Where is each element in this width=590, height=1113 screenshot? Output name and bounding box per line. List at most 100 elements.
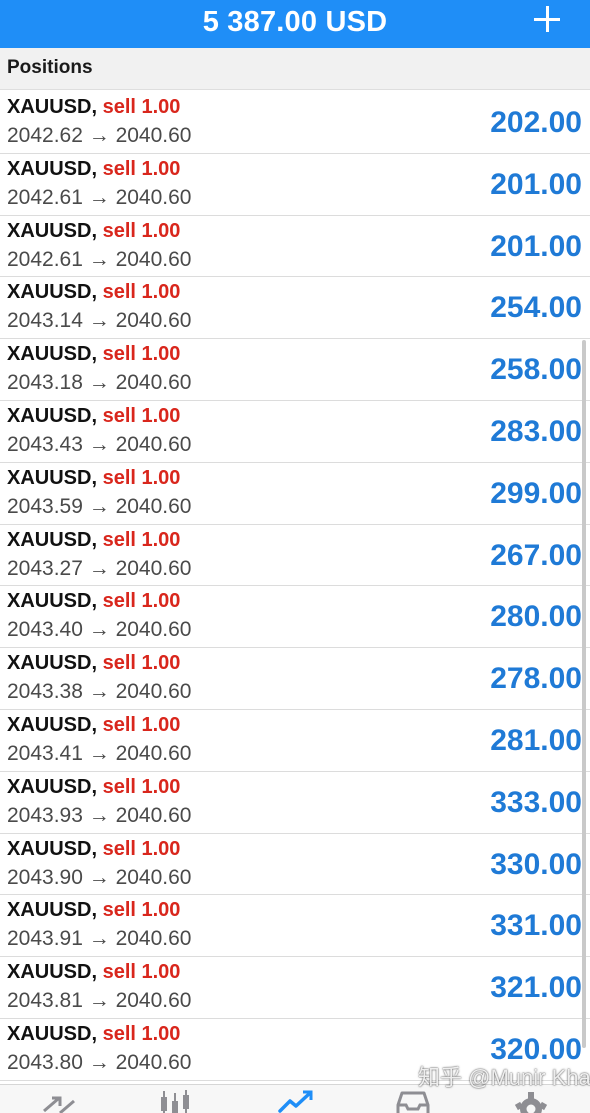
position-side: sell 1.00 xyxy=(103,529,181,551)
position-title: XAUUSD, sell 1.00 xyxy=(7,219,180,243)
section-title: Positions xyxy=(7,57,93,79)
position-side: sell 1.00 xyxy=(103,220,181,242)
position-symbol: XAUUSD, xyxy=(7,281,97,303)
position-profit: 201.00 xyxy=(490,230,582,264)
position-side: sell 1.00 xyxy=(103,281,181,303)
position-row[interactable]: XAUUSD, sell 1.00 2043.27 → 2040.60 267.… xyxy=(0,525,590,587)
position-row[interactable]: XAUUSD, sell 1.00 2043.18 → 2040.60 258.… xyxy=(0,339,590,401)
position-side: sell 1.00 xyxy=(103,652,181,674)
position-row[interactable]: XAUUSD, sell 1.00 2042.61 → 2040.60 201.… xyxy=(0,154,590,216)
position-side: sell 1.00 xyxy=(103,590,181,612)
position-symbol: XAUUSD, xyxy=(7,899,97,921)
position-prices: 2043.41 → 2040.60 xyxy=(7,742,192,766)
position-row[interactable]: XAUUSD, sell 1.00 2043.14 → 2040.60 254.… xyxy=(0,277,590,339)
position-row[interactable]: XAUUSD, sell 1.00 2043.91 → 2040.60 331.… xyxy=(0,895,590,957)
position-profit: 333.00 xyxy=(490,786,582,820)
position-prices: 2042.62 → 2040.60 xyxy=(7,124,192,148)
position-profit: 299.00 xyxy=(490,477,582,511)
position-side: sell 1.00 xyxy=(103,343,181,365)
position-side: sell 1.00 xyxy=(103,899,181,921)
position-title: XAUUSD, sell 1.00 xyxy=(7,775,180,799)
position-side: sell 1.00 xyxy=(103,776,181,798)
position-profit: 280.00 xyxy=(490,600,582,634)
position-title: XAUUSD, sell 1.00 xyxy=(7,528,180,552)
position-title: XAUUSD, sell 1.00 xyxy=(7,157,180,181)
position-symbol: XAUUSD, xyxy=(7,529,97,551)
position-symbol: XAUUSD, xyxy=(7,838,97,860)
position-title: XAUUSD, sell 1.00 xyxy=(7,651,180,675)
position-profit: 331.00 xyxy=(490,909,582,943)
quotes-icon[interactable] xyxy=(40,1089,80,1113)
position-profit: 202.00 xyxy=(490,106,582,140)
position-prices: 2043.91 → 2040.60 xyxy=(7,927,192,951)
position-row[interactable]: XAUUSD, sell 1.00 2043.59 → 2040.60 299.… xyxy=(0,463,590,525)
position-profit: 258.00 xyxy=(490,353,582,387)
chart-icon[interactable] xyxy=(158,1089,198,1113)
position-row[interactable]: XAUUSD, sell 1.00 2043.38 → 2040.60 278.… xyxy=(0,648,590,710)
position-row[interactable]: XAUUSD, sell 1.00 2042.61 → 2040.60 201.… xyxy=(0,216,590,278)
position-profit: 321.00 xyxy=(490,971,582,1005)
trade-icon[interactable] xyxy=(278,1089,318,1113)
position-symbol: XAUUSD, xyxy=(7,96,97,118)
position-symbol: XAUUSD, xyxy=(7,1023,97,1045)
position-symbol: XAUUSD, xyxy=(7,590,97,612)
position-row[interactable]: XAUUSD, sell 1.00 2043.90 → 2040.60 330.… xyxy=(0,834,590,896)
position-prices: 2043.27 → 2040.60 xyxy=(7,557,192,581)
position-title: XAUUSD, sell 1.00 xyxy=(7,342,180,366)
position-symbol: XAUUSD, xyxy=(7,961,97,983)
position-row[interactable]: XAUUSD, sell 1.00 2043.81 → 2040.60 321.… xyxy=(0,957,590,1019)
position-prices: 2043.81 → 2040.60 xyxy=(7,989,192,1013)
position-prices: 2043.38 → 2040.60 xyxy=(7,680,192,704)
position-prices: 2043.43 → 2040.60 xyxy=(7,433,192,457)
position-title: XAUUSD, sell 1.00 xyxy=(7,713,180,737)
position-side: sell 1.00 xyxy=(103,467,181,489)
position-side: sell 1.00 xyxy=(103,158,181,180)
position-prices: 2043.40 → 2040.60 xyxy=(7,618,192,642)
position-title: XAUUSD, sell 1.00 xyxy=(7,960,180,984)
position-row[interactable]: XAUUSD, sell 1.00 2043.43 → 2040.60 283.… xyxy=(0,401,590,463)
position-symbol: XAUUSD, xyxy=(7,220,97,242)
position-profit: 201.00 xyxy=(490,168,582,202)
position-title: XAUUSD, sell 1.00 xyxy=(7,1022,180,1046)
position-prices: 2043.59 → 2040.60 xyxy=(7,495,192,519)
position-symbol: XAUUSD, xyxy=(7,714,97,736)
position-prices: 2043.14 → 2040.60 xyxy=(7,309,192,333)
position-symbol: XAUUSD, xyxy=(7,467,97,489)
position-title: XAUUSD, sell 1.00 xyxy=(7,589,180,613)
position-prices: 2043.80 → 2040.60 xyxy=(7,1051,192,1075)
position-side: sell 1.00 xyxy=(103,838,181,860)
scrollbar[interactable] xyxy=(582,340,586,1048)
position-prices: 2043.93 → 2040.60 xyxy=(7,804,192,828)
position-symbol: XAUUSD, xyxy=(7,343,97,365)
history-icon[interactable] xyxy=(394,1089,434,1113)
position-symbol: XAUUSD, xyxy=(7,776,97,798)
position-profit: 281.00 xyxy=(490,724,582,758)
position-title: XAUUSD, sell 1.00 xyxy=(7,466,180,490)
position-prices: 2042.61 → 2040.60 xyxy=(7,248,192,272)
position-title: XAUUSD, sell 1.00 xyxy=(7,837,180,861)
position-symbol: XAUUSD, xyxy=(7,652,97,674)
positions-section-header: Positions xyxy=(0,48,590,90)
position-side: sell 1.00 xyxy=(103,714,181,736)
position-profit: 330.00 xyxy=(490,848,582,882)
position-side: sell 1.00 xyxy=(103,1023,181,1045)
position-title: XAUUSD, sell 1.00 xyxy=(7,95,180,119)
position-symbol: XAUUSD, xyxy=(7,405,97,427)
settings-icon[interactable] xyxy=(512,1089,552,1113)
position-title: XAUUSD, sell 1.00 xyxy=(7,404,180,428)
position-profit: 254.00 xyxy=(490,291,582,325)
position-title: XAUUSD, sell 1.00 xyxy=(7,898,180,922)
watermark: 知乎 @Munir Khan xyxy=(418,1060,590,1092)
position-row[interactable]: XAUUSD, sell 1.00 2043.93 → 2040.60 333.… xyxy=(0,772,590,834)
position-profit: 278.00 xyxy=(490,662,582,696)
position-profit: 283.00 xyxy=(490,415,582,449)
position-side: sell 1.00 xyxy=(103,96,181,118)
position-row[interactable]: XAUUSD, sell 1.00 2043.41 → 2040.60 281.… xyxy=(0,710,590,772)
account-balance: 5 387.00 USD xyxy=(0,0,590,44)
add-order-button[interactable] xyxy=(532,4,562,34)
position-row[interactable]: XAUUSD, sell 1.00 2043.40 → 2040.60 280.… xyxy=(0,586,590,648)
position-profit: 267.00 xyxy=(490,539,582,573)
position-title: XAUUSD, sell 1.00 xyxy=(7,280,180,304)
position-row[interactable]: XAUUSD, sell 1.00 2042.62 → 2040.60 202.… xyxy=(0,92,590,154)
position-prices: 2043.18 → 2040.60 xyxy=(7,371,192,395)
